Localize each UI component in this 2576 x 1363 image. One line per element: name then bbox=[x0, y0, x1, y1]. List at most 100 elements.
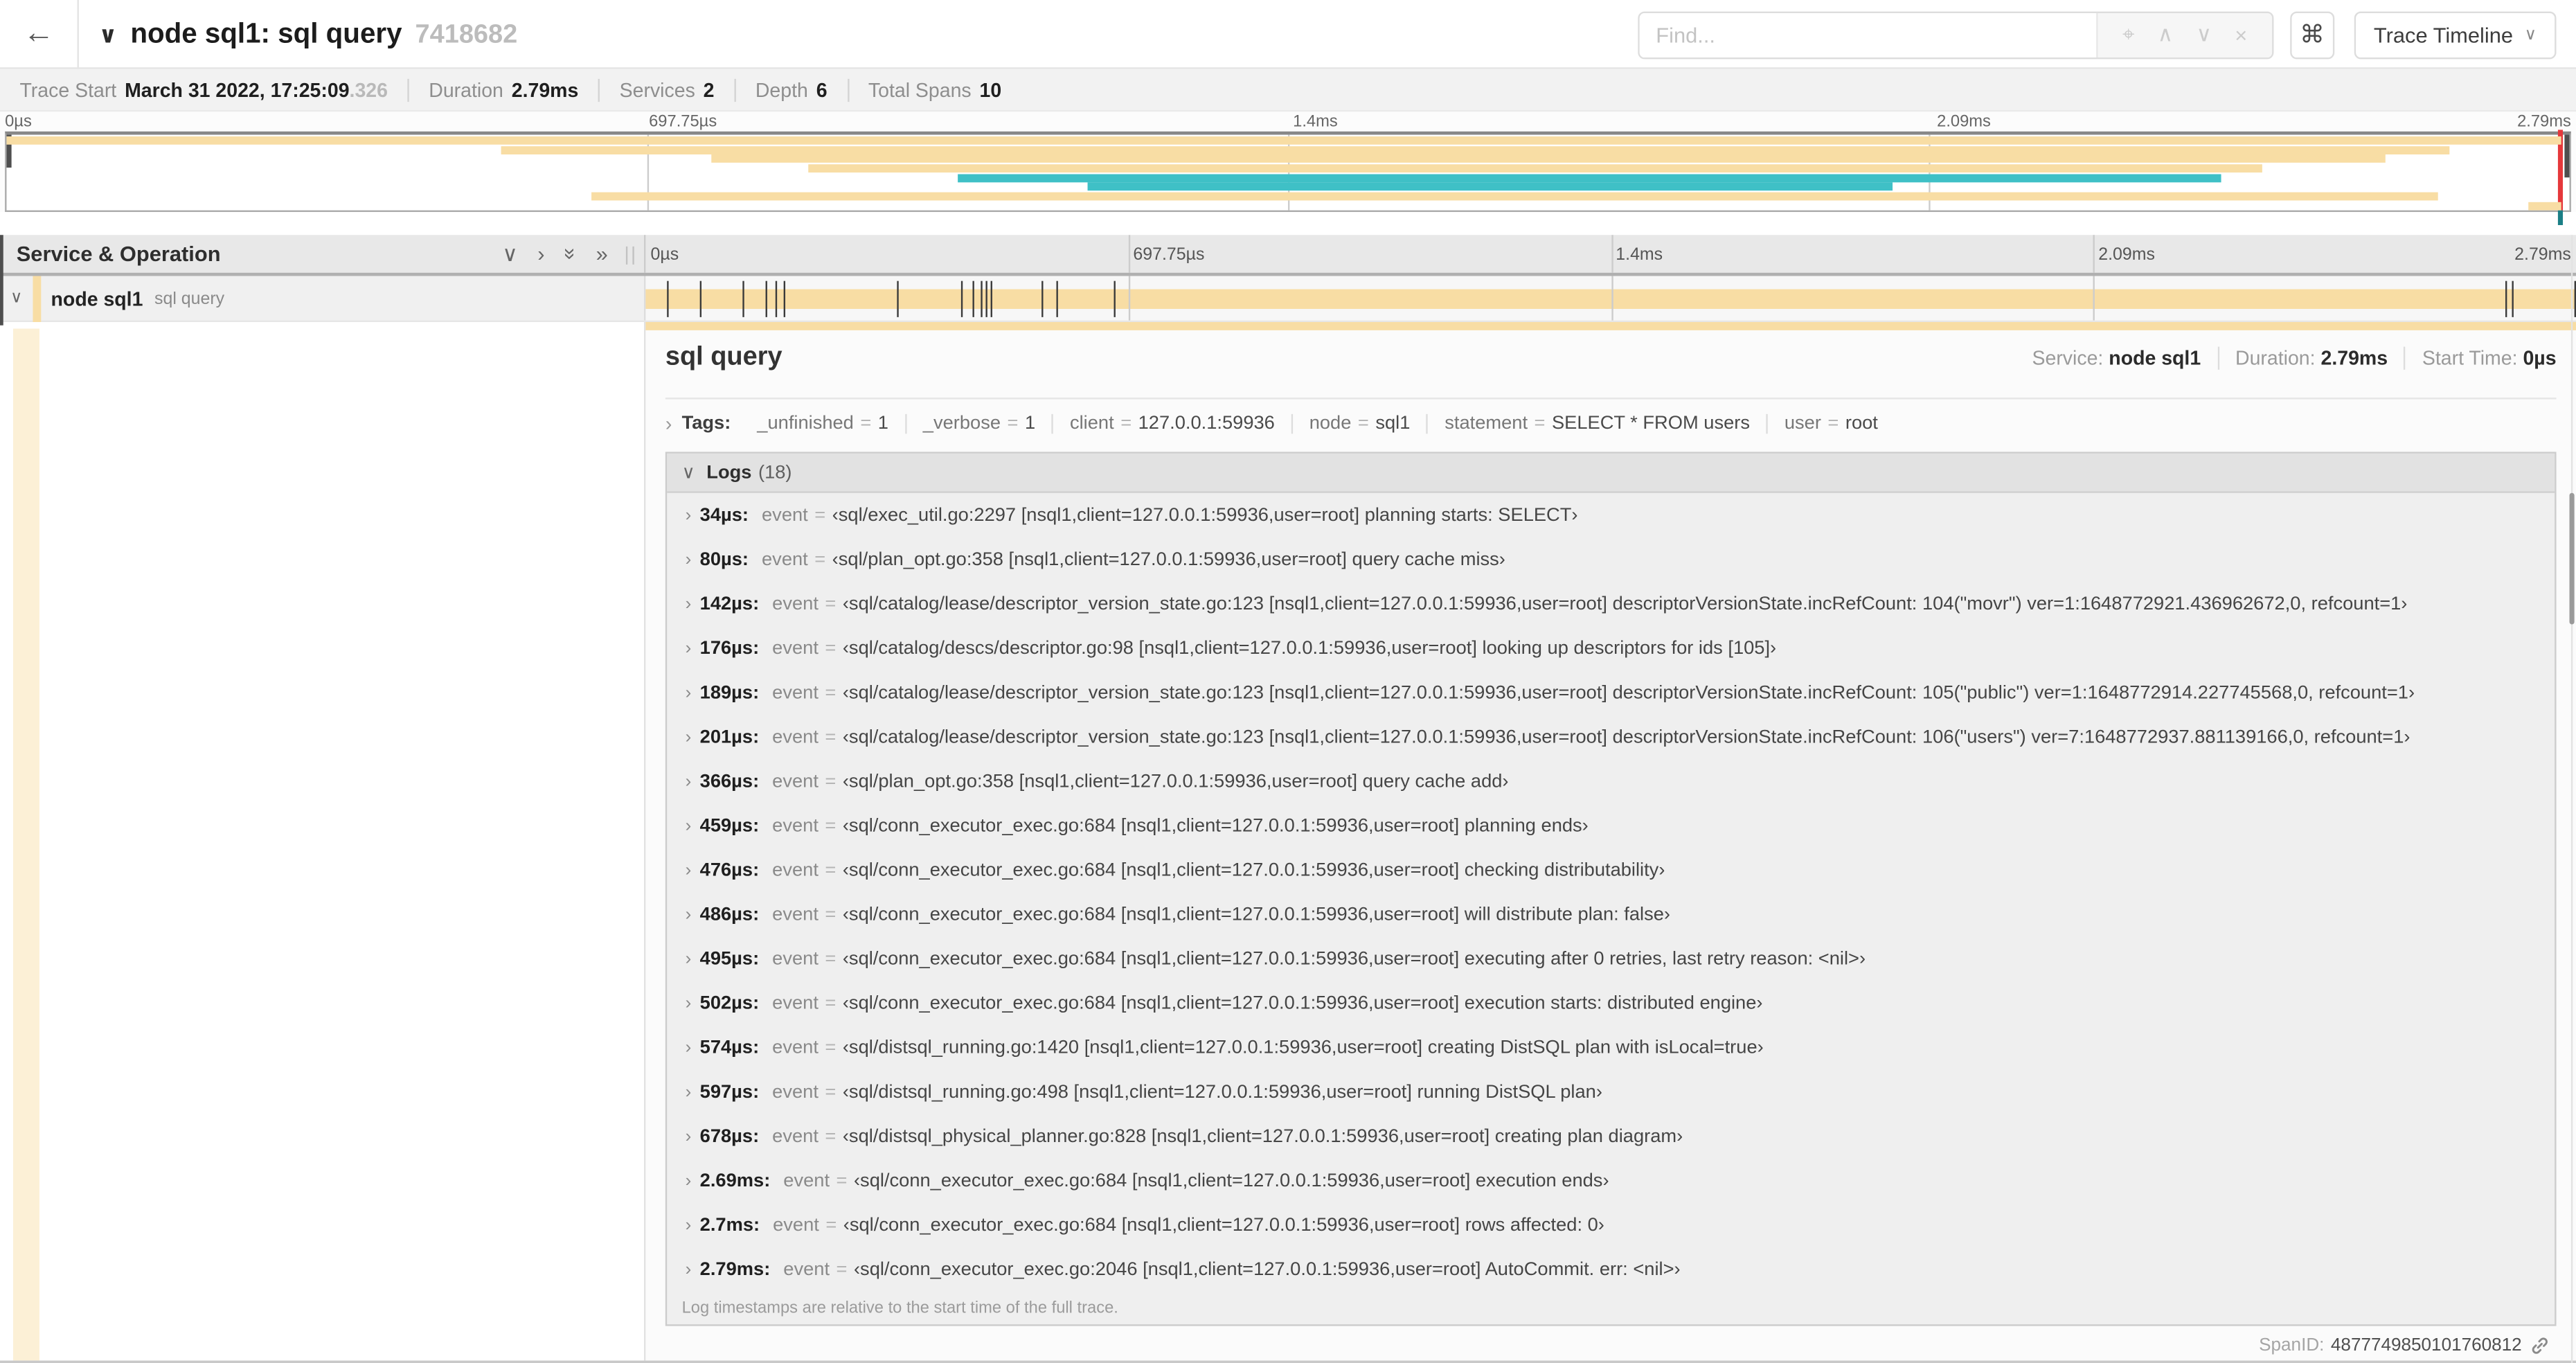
logs-footnote: Log timestamps are relative to the start… bbox=[681, 1299, 1118, 1317]
log-timestamp: 486µs: bbox=[699, 905, 760, 925]
log-entry-row[interactable]: › 2.69ms: event = ‹sql/conn_executor_exec.go… bbox=[667, 1159, 2555, 1203]
span-row: ∨ node sql1 sql query bbox=[0, 275, 2576, 323]
logs-list: › 34µs: event = ‹sql/exec_util.go:2297 [nsql… bbox=[667, 493, 2555, 1292]
summary-item-label: Services bbox=[619, 78, 695, 101]
collapse-one-icon[interactable]: ∨ bbox=[502, 243, 518, 265]
tag-item: user = root bbox=[1766, 413, 1895, 434]
expand-one-icon[interactable]: › bbox=[537, 243, 544, 265]
log-entry-row[interactable]: › 2.7ms: event = ‹sql/conn_executor_exec.go:… bbox=[667, 1203, 2555, 1247]
log-equals: = bbox=[825, 1037, 837, 1058]
span-row-name-cell[interactable]: ∨ node sql1 sql query bbox=[0, 275, 645, 321]
back-button[interactable]: ← bbox=[0, 0, 79, 69]
chevron-right-icon: › bbox=[685, 594, 692, 614]
span-row-timeline-cell[interactable] bbox=[644, 276, 2576, 321]
log-entry-row[interactable]: › 495µs: event = ‹sql/conn_executor_exec.go:… bbox=[667, 936, 2555, 981]
locate-icon[interactable]: ⌖ bbox=[2111, 21, 2146, 48]
log-marker-tick bbox=[742, 280, 744, 317]
minimap-canvas[interactable] bbox=[5, 130, 2571, 226]
service-operation-header: Service & Operation ∨ › » » bbox=[0, 235, 644, 273]
log-entry-row[interactable]: › 678µs: event = ‹sql/distsql_physical_plann… bbox=[667, 1114, 2555, 1159]
service-operation-title: Service & Operation bbox=[16, 241, 221, 267]
trace-id: 7418682 bbox=[415, 20, 518, 48]
log-field-key: event bbox=[783, 1259, 830, 1279]
log-entry-row[interactable]: › 189µs: event = ‹sql/catalog/lease/descript… bbox=[667, 670, 2555, 715]
find-icon-group: ⌖ ∧ ∨ × bbox=[2096, 12, 2272, 57]
prev-result-icon[interactable]: ∧ bbox=[2146, 21, 2185, 48]
tag-key: user bbox=[1784, 413, 1821, 434]
log-field-key: event bbox=[772, 771, 819, 792]
logs-title: Logs bbox=[706, 462, 752, 483]
collapse-all-icon[interactable]: » bbox=[558, 248, 583, 260]
minimap-right-drag-handle[interactable] bbox=[2564, 134, 2570, 178]
log-field-key: event bbox=[772, 638, 819, 659]
log-value: ‹sql/conn_executor_exec.go:684 [nsql1,cl… bbox=[853, 1170, 1609, 1191]
log-entry-row[interactable]: › 597µs: event = ‹sql/distsql_running.go:498… bbox=[667, 1069, 2555, 1114]
logs-header[interactable]: ∨ Logs (18) bbox=[667, 453, 2555, 493]
log-entry-row[interactable]: › 486µs: event = ‹sql/conn_executor_exec.go:… bbox=[667, 892, 2555, 936]
deep-link-icon[interactable] bbox=[2530, 1336, 2550, 1355]
column-resizer-handle[interactable] bbox=[625, 246, 634, 265]
expand-all-icon[interactable]: » bbox=[596, 243, 608, 265]
log-equals: = bbox=[825, 815, 837, 836]
minimap-span-bar bbox=[711, 154, 2386, 163]
log-value: ‹sql/catalog/lease/descriptor_version_st… bbox=[842, 727, 2410, 747]
log-marker-tick bbox=[973, 280, 975, 317]
timeline-gridline bbox=[1611, 276, 1613, 321]
log-value: ‹sql/catalog/lease/descriptor_version_st… bbox=[842, 594, 2408, 614]
log-entry-row[interactable]: › 201µs: event = ‹sql/catalog/lease/descript… bbox=[667, 715, 2555, 759]
chevron-right-icon: › bbox=[685, 1215, 692, 1235]
tags-accordion[interactable]: › Tags: _unfinished = 1 _verbose = 1 client = 12… bbox=[665, 402, 2557, 445]
log-entry-row[interactable]: › 142µs: event = ‹sql/catalog/lease/descript… bbox=[667, 582, 2555, 626]
log-value: ‹sql/catalog/descs/descriptor.go:98 [nsq… bbox=[842, 638, 1777, 659]
tag-item: statement = SELECT * FROM users bbox=[1426, 413, 1766, 434]
trace-minimap: 0µs 697.75µs 1.4ms 2.09ms 2.79ms bbox=[0, 112, 2576, 226]
log-entry-row[interactable]: › 176µs: event = ‹sql/catalog/descs/descript… bbox=[667, 626, 2555, 670]
log-timestamp: 2.79ms: bbox=[699, 1259, 771, 1279]
clear-find-icon[interactable]: × bbox=[2224, 22, 2259, 47]
log-entry-row[interactable]: › 459µs: event = ‹sql/conn_executor_exec.go:… bbox=[667, 803, 2555, 848]
view-dropdown-button[interactable]: Trace Timeline ∨ bbox=[2354, 10, 2557, 59]
find-input[interactable] bbox=[1639, 12, 2097, 57]
title-collapse-chevron-icon[interactable]: ∨ bbox=[98, 21, 117, 48]
log-entry-row[interactable]: › 476µs: event = ‹sql/conn_executor_exec.go:… bbox=[667, 848, 2555, 892]
tag-equals: = bbox=[1357, 413, 1369, 434]
trace-title-group: ∨ node sql1: sql query 7418682 bbox=[98, 17, 517, 50]
log-entry-row[interactable]: › 34µs: event = ‹sql/exec_util.go:2297 [nsql… bbox=[667, 493, 2555, 537]
log-timestamp: 176µs: bbox=[699, 638, 760, 659]
trace-summary-bar: Trace Start March 31 2022, 17:25:09.326 Du… bbox=[0, 69, 2576, 112]
span-collapse-chevron-icon[interactable]: ∨ bbox=[0, 289, 33, 308]
scrollbar-thumb[interactable] bbox=[2569, 492, 2575, 625]
log-marker-tick bbox=[699, 280, 701, 317]
chevron-down-icon: ∨ bbox=[2524, 25, 2537, 44]
log-entry-row[interactable]: › 502µs: event = ‹sql/conn_executor_exec.go:… bbox=[667, 981, 2555, 1025]
log-timestamp: 201µs: bbox=[699, 727, 760, 747]
span-detail-accent-strip[interactable] bbox=[12, 328, 39, 1361]
log-marker-tick bbox=[1057, 280, 1059, 317]
log-marker-tick bbox=[986, 280, 988, 317]
log-value: ‹sql/conn_executor_exec.go:684 [nsql1,cl… bbox=[842, 859, 1665, 880]
summary-item: Trace Start March 31 2022, 17:25:09.326 bbox=[0, 78, 407, 101]
log-timestamp: 678µs: bbox=[699, 1126, 760, 1146]
start-time-value: 0µs bbox=[2523, 346, 2557, 370]
logs-accordion: ∨ Logs (18) › 34µs: event = ‹sql/exec_util.g… bbox=[665, 452, 2557, 1326]
log-entry-row[interactable]: › 366µs: event = ‹sql/plan_opt.go:358 [nsql1… bbox=[667, 759, 2555, 803]
tags-label: Tags: bbox=[681, 413, 731, 434]
view-dropdown-label: Trace Timeline bbox=[2373, 22, 2514, 47]
axis-tick-label: 2.09ms bbox=[2098, 244, 2155, 265]
log-entry-row[interactable]: › 80µs: event = ‹sql/plan_opt.go:358 [nsql1,… bbox=[667, 537, 2555, 582]
tags-list: _unfinished = 1 _verbose = 1 client = 127.0.0.1:… bbox=[741, 413, 1895, 434]
timeline-gridline bbox=[2093, 235, 2095, 273]
log-entry-row[interactable]: › 574µs: event = ‹sql/distsql_running.go:142… bbox=[667, 1025, 2555, 1069]
duration-label: Duration: bbox=[2235, 346, 2316, 370]
log-entry-row[interactable]: › 2.79ms: event = ‹sql/conn_executor_exec.go… bbox=[667, 1247, 2555, 1292]
log-marker-tick bbox=[2505, 280, 2507, 317]
summary-item-label: Duration bbox=[429, 78, 503, 101]
tag-item: node = sql1 bbox=[1291, 413, 1427, 434]
scrollbar-track[interactable] bbox=[2570, 235, 2573, 1363]
page-title: node sql1: sql query bbox=[130, 17, 402, 48]
timeline-gridline bbox=[2093, 276, 2095, 321]
next-result-icon[interactable]: ∨ bbox=[2185, 21, 2224, 48]
keyboard-shortcuts-button[interactable]: ⌘ bbox=[2289, 10, 2334, 59]
tag-value: 1 bbox=[877, 413, 888, 434]
tag-key: statement bbox=[1444, 413, 1528, 434]
